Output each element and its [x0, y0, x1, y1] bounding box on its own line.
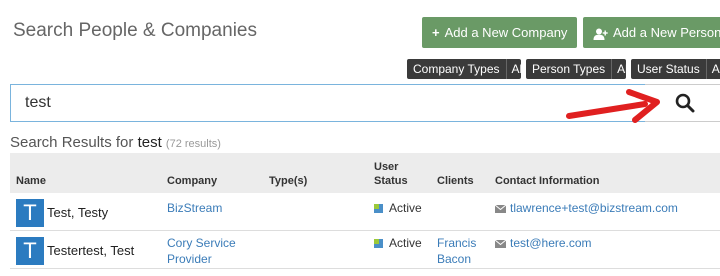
status-icon — [374, 204, 383, 214]
status-header-line1: User — [374, 161, 399, 173]
plus-icon: + — [432, 25, 440, 40]
column-header-contact[interactable]: Contact Information — [495, 174, 600, 188]
results-query: test — [137, 134, 162, 151]
filter-label: Company Types — [413, 62, 500, 76]
red-arrow-annotation — [566, 89, 660, 123]
company-name: Cory Service — [167, 236, 236, 250]
company-name: BizStream — [167, 201, 223, 215]
company-link[interactable]: Cory Service Provider — [167, 235, 236, 267]
status-text: Active — [389, 236, 422, 250]
status-cell: Active — [374, 200, 422, 216]
page-title: Search People & Companies — [13, 20, 257, 41]
envelope-icon — [495, 239, 506, 248]
search-box — [10, 84, 646, 122]
column-header-company[interactable]: Company — [167, 174, 217, 188]
email-link[interactable]: tlawrence+test@bizstream.com — [495, 200, 678, 216]
email-text: test@here.com — [510, 236, 592, 250]
add-person-label: Add a New Person — [613, 25, 720, 40]
column-header-types[interactable]: Type(s) — [269, 174, 307, 188]
email-text: tlawrence+test@bizstream.com — [510, 201, 678, 215]
results-table: Name Company Type(s) User Status Clients… — [10, 153, 720, 269]
add-company-label: Add a New Company — [444, 25, 568, 40]
person-name[interactable]: Test, Testy — [47, 205, 108, 220]
status-icon — [374, 239, 383, 249]
client-name-line2: Bacon — [437, 252, 472, 266]
status-cell: Active — [374, 235, 422, 251]
add-user-icon — [593, 25, 608, 40]
client-name: Francis — [437, 236, 477, 250]
filter-label: Person Types — [532, 62, 606, 76]
avatar: T — [16, 237, 44, 265]
column-header-clients[interactable]: Clients — [437, 174, 474, 188]
results-prefix: Search Results for — [10, 134, 134, 151]
user-status-filter[interactable]: User Status All — [631, 59, 720, 79]
column-header-status[interactable]: User Status — [374, 160, 408, 188]
add-company-button[interactable]: + Add a New Company — [422, 17, 577, 48]
person-types-filter[interactable]: Person Types All — [526, 59, 631, 79]
table-row[interactable]: T Test, Testy BizStream Active tlawrence… — [10, 193, 720, 231]
status-text: Active — [389, 201, 422, 215]
add-person-button[interactable]: Add a New Person — [583, 17, 720, 48]
table-header: Name Company Type(s) User Status Clients… — [10, 153, 720, 193]
avatar: T — [16, 199, 44, 227]
filter-value: All — [705, 59, 720, 79]
page: Search People & Companies + Add a New Co… — [0, 0, 720, 276]
filter-label: User Status — [637, 62, 700, 76]
table-row[interactable]: T Testertest, Test Cory Service Provider… — [10, 231, 720, 269]
results-count: (72 results) — [165, 138, 221, 150]
person-name[interactable]: Testertest, Test — [47, 243, 134, 258]
envelope-icon — [495, 204, 506, 213]
search-icon — [675, 93, 694, 113]
company-link[interactable]: BizStream — [167, 200, 222, 216]
client-link[interactable]: Francis Bacon — [437, 235, 476, 267]
company-name-line2: Provider — [167, 252, 212, 266]
email-link[interactable]: test@here.com — [495, 235, 592, 251]
status-header-line2: Status — [374, 175, 408, 187]
column-header-name[interactable]: Name — [16, 174, 46, 188]
search-input[interactable] — [25, 94, 585, 112]
company-types-filter[interactable]: Company Types All — [407, 59, 525, 79]
results-heading: Search Results for test (72 results) — [10, 134, 221, 151]
